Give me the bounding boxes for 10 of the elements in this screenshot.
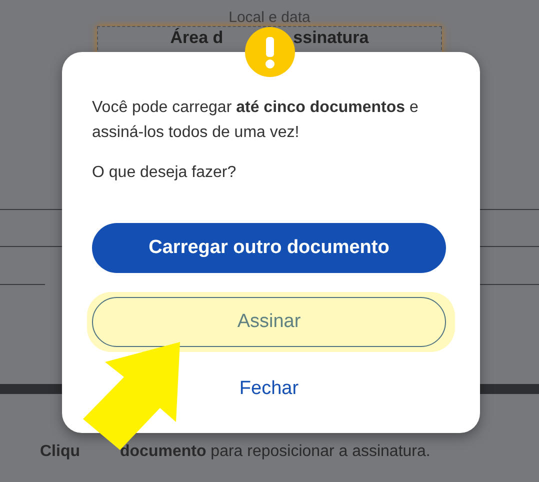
signature-area-title: ssinatura xyxy=(293,28,369,48)
location-date-label: Local e data xyxy=(228,10,310,26)
hint-text: documento para reposicionar a assinatura. xyxy=(120,442,430,462)
hint-text: Cliqu xyxy=(40,442,80,462)
signature-area-title: Área d xyxy=(170,28,224,48)
upload-document-button[interactable]: Carregar outro documento xyxy=(92,223,446,273)
sign-button[interactable]: Assinar xyxy=(92,297,446,347)
dialog-message: Você pode carregar até cinco documentos e assiná-los todos de uma vez! xyxy=(92,98,420,143)
close-link[interactable]: Fechar xyxy=(92,374,446,404)
dialog-question: O que deseja fazer? xyxy=(92,163,238,183)
